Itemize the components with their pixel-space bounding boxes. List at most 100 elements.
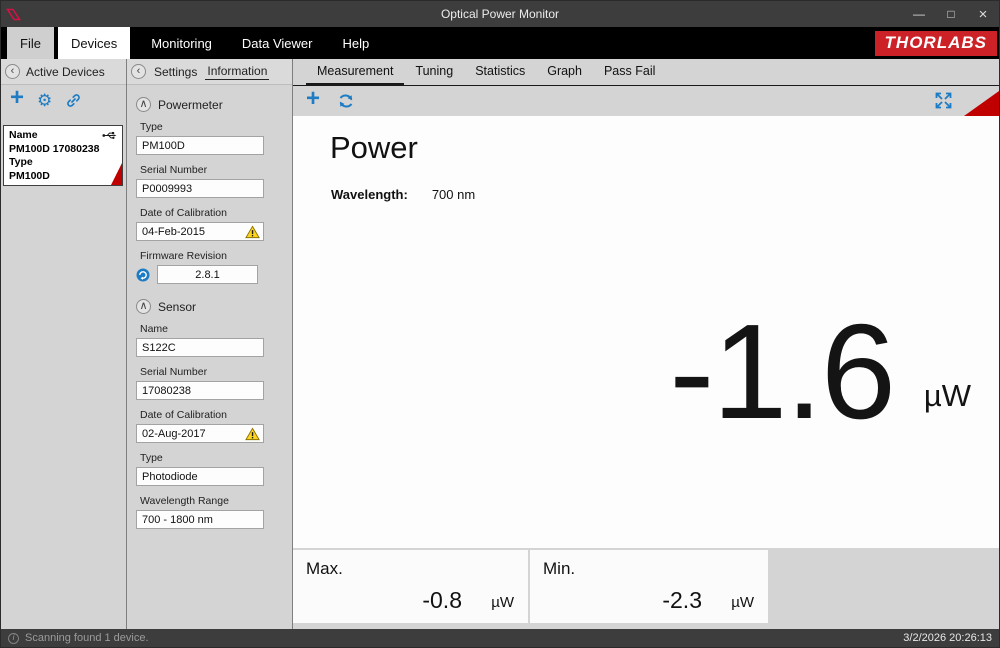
status-timestamp: 3/2/2026 20:26:13	[903, 632, 992, 644]
field-value: S122C	[142, 342, 176, 354]
field-label: Wavelength Range	[140, 495, 282, 507]
tab-graph[interactable]: Graph	[536, 64, 593, 85]
sensor-calibration-input[interactable]: 02-Aug-2017	[136, 424, 264, 443]
power-reading-value: -1.6	[669, 304, 894, 439]
refresh-icon[interactable]	[336, 91, 356, 111]
add-measurement-icon[interactable]: +	[306, 87, 320, 111]
information-panel: ‹ Settings Information ∧ Powermeter Type…	[127, 59, 293, 629]
field-label: Serial Number	[140, 366, 282, 378]
min-value: -2.3	[662, 587, 702, 614]
sensor-wavelength-range-input[interactable]: 700 - 1800 nm	[136, 510, 264, 529]
field-label: Type	[140, 121, 282, 133]
warning-icon	[245, 427, 260, 441]
device-type-label: Type	[9, 156, 117, 170]
menu-help[interactable]: Help	[327, 27, 384, 59]
field-label: Firmware Revision	[140, 250, 282, 262]
powermeter-type-input[interactable]: PM100D	[136, 136, 264, 155]
tab-information[interactable]: Information	[205, 64, 269, 80]
device-name-value: PM100D 17080238	[9, 143, 117, 157]
measurement-panel: Measurement Tuning Statistics Graph Pass…	[293, 59, 999, 629]
wavelength-label: Wavelength:	[331, 187, 408, 202]
field-value: 17080238	[142, 385, 191, 397]
power-reading-unit: µW	[924, 378, 971, 414]
titlebar: Optical Power Monitor — □ ×	[1, 1, 999, 27]
device-type-value: PM100D	[9, 170, 117, 184]
max-box: Max. -0.8 µW	[293, 550, 528, 623]
status-message: Scanning found 1 device.	[25, 632, 149, 644]
field-value: 2.8.1	[195, 269, 219, 281]
menu-devices[interactable]: Devices	[58, 27, 130, 59]
max-label: Max.	[306, 559, 343, 579]
measurement-tabbar: Measurement Tuning Statistics Graph Pass…	[293, 59, 999, 86]
window-controls: — □ ×	[903, 1, 999, 27]
sensor-name-input[interactable]: S122C	[136, 338, 264, 357]
device-card[interactable]: Name PM100D 17080238 Type PM100D	[3, 125, 123, 186]
chevron-up-icon[interactable]: ∧	[136, 299, 151, 314]
field-value: 700 - 1800 nm	[142, 514, 213, 526]
powermeter-section-title: Powermeter	[158, 98, 223, 112]
tab-settings[interactable]: Settings	[152, 65, 199, 79]
tab-statistics[interactable]: Statistics	[464, 64, 536, 85]
wavelength-value[interactable]: 700 nm	[432, 187, 475, 202]
active-devices-header: ‹ Active Devices	[1, 59, 126, 85]
sensor-section-header[interactable]: ∧ Sensor	[136, 299, 282, 314]
min-box: Min. -2.3 µW	[530, 550, 768, 623]
measurement-toolbar: +	[293, 86, 999, 116]
field-label: Date of Calibration	[140, 207, 282, 219]
close-button[interactable]: ×	[967, 1, 999, 27]
menu-data-viewer[interactable]: Data Viewer	[227, 27, 328, 59]
usb-icon	[102, 130, 117, 141]
info-icon: i	[8, 633, 19, 644]
field-value: 04-Feb-2015	[142, 226, 205, 238]
tab-pass-fail[interactable]: Pass Fail	[593, 64, 666, 85]
max-value: -0.8	[422, 587, 462, 614]
menu-monitoring[interactable]: Monitoring	[136, 27, 227, 59]
collapse-panel-icon[interactable]: ‹	[131, 64, 146, 79]
information-panel-header: ‹ Settings Information	[127, 59, 292, 85]
max-unit: µW	[491, 594, 514, 611]
firmware-revision-input[interactable]: 2.8.1	[157, 265, 258, 284]
min-max-row: Max. -0.8 µW Min. -2.3 µW	[293, 550, 999, 623]
powermeter-calibration-input[interactable]: 04-Feb-2015	[136, 222, 264, 241]
collapse-panel-icon[interactable]: ‹	[5, 64, 20, 79]
field-label: Name	[140, 323, 282, 335]
refresh-firmware-icon[interactable]	[136, 268, 150, 282]
active-devices-title: Active Devices	[26, 65, 105, 79]
warning-icon	[245, 225, 260, 239]
measurement-display: Power Wavelength: 700 nm -1.6 µW	[293, 116, 999, 548]
min-label: Min.	[543, 559, 575, 579]
field-value: Photodiode	[142, 471, 198, 483]
field-value: PM100D	[142, 140, 185, 152]
measurement-title: Power	[330, 130, 418, 166]
add-device-icon[interactable]: +	[10, 86, 24, 110]
link-icon[interactable]	[65, 92, 82, 109]
chevron-up-icon[interactable]: ∧	[136, 97, 151, 112]
min-unit: µW	[731, 594, 754, 611]
powermeter-section-header[interactable]: ∧ Powermeter	[136, 97, 282, 112]
field-label: Serial Number	[140, 164, 282, 176]
window-title: Optical Power Monitor	[1, 7, 999, 21]
maximize-button[interactable]: □	[935, 1, 967, 27]
active-devices-panel: ‹ Active Devices + ⚙ Name PM100D 1708023…	[1, 59, 127, 629]
minimize-button[interactable]: —	[903, 1, 935, 27]
device-name-row: Name	[9, 129, 117, 143]
tab-tuning[interactable]: Tuning	[404, 64, 464, 85]
app-window: Optical Power Monitor — □ × File Devices…	[0, 0, 1000, 648]
field-value: 02-Aug-2017	[142, 428, 206, 440]
app-icon	[6, 8, 21, 21]
field-value: P0009993	[142, 183, 192, 195]
sensor-section-title: Sensor	[158, 300, 196, 314]
thorlabs-logo: THORLABS	[875, 31, 997, 56]
field-label: Date of Calibration	[140, 409, 282, 421]
tab-measurement[interactable]: Measurement	[306, 64, 404, 85]
menu-file[interactable]: File	[7, 27, 54, 59]
information-content: ∧ Powermeter Type PM100D Serial Number P…	[127, 85, 292, 529]
fullscreen-expand-icon[interactable]	[934, 91, 953, 110]
sensor-type-input[interactable]: Photodiode	[136, 467, 264, 486]
gear-icon[interactable]: ⚙	[37, 92, 52, 109]
powermeter-serial-input[interactable]: P0009993	[136, 179, 264, 198]
wavelength-row: Wavelength: 700 nm	[331, 187, 475, 202]
devices-toolbar: + ⚙	[1, 85, 126, 115]
status-bar: i Scanning found 1 device. 3/2/2026 20:2…	[1, 629, 999, 647]
sensor-serial-input[interactable]: 17080238	[136, 381, 264, 400]
